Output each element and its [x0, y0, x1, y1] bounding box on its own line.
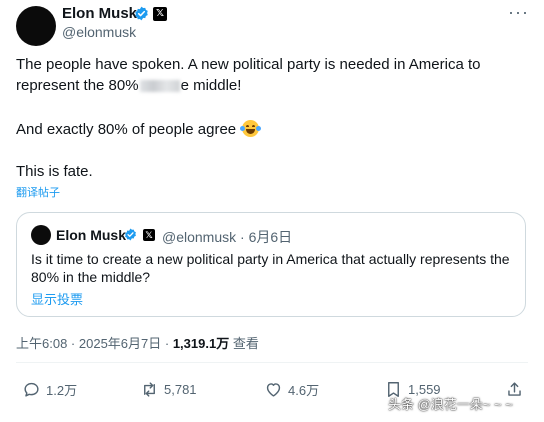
repost-icon	[144, 381, 155, 397]
like-count: 4.6万	[288, 382, 320, 398]
quoted-text-line: 80% in the middle?	[31, 269, 151, 285]
author-name[interactable]: Elon Musk	[62, 5, 137, 22]
reply-icon	[24, 382, 39, 397]
watermark: 头条 @浪花一朵~ ~ ~	[388, 397, 513, 412]
quoted-text-line: Is it time to create a new political par…	[31, 251, 510, 267]
post-time[interactable]: 上午6:08	[16, 336, 67, 351]
views-label: 查看	[229, 336, 259, 351]
reply-count: 1.2万	[46, 382, 78, 398]
show-poll-link[interactable]: 显示投票	[31, 289, 83, 308]
reply-button[interactable]: 1.2万	[22, 379, 77, 399]
verified-badge-icon	[125, 228, 136, 241]
meta-separator: ·	[161, 336, 173, 351]
quoted-author-avatar	[31, 225, 51, 245]
tweet-meta: 上午6:08 · 2025年6月7日 · 1,319.1万 查看	[16, 333, 259, 352]
tweet-text-line: represent the 80% e middle!	[16, 76, 241, 96]
tweet-text-fragment: And exactly 80% of people agree	[16, 121, 237, 138]
post-date[interactable]: 2025年6月7日	[79, 336, 161, 351]
tweet-text-line: The people have spoken. A new political …	[16, 56, 481, 73]
meta-separator: ·	[67, 336, 79, 351]
quoted-author-handle: @elonmusk	[162, 229, 237, 245]
quoted-date: 6月6日	[248, 229, 293, 245]
tweet-text-fragment: e middle!	[180, 77, 242, 94]
tweet-text-line: This is fate.	[16, 163, 93, 180]
like-button[interactable]: 4.6万	[264, 379, 319, 399]
repost-button[interactable]: 5,781	[140, 379, 197, 399]
translate-post-link[interactable]: 翻译帖子	[16, 184, 60, 200]
grinning-tears-emoji	[240, 120, 262, 137]
like-icon	[266, 382, 281, 397]
views-count: 1,319.1万	[172, 336, 230, 351]
divider	[16, 362, 528, 363]
x-logo-icon: 𝕏	[153, 7, 167, 21]
repost-count: 5,781	[164, 381, 197, 397]
meta-separator: ·	[240, 229, 245, 245]
tweet-text-line: And exactly 80% of people agree	[16, 120, 262, 140]
quoted-author-name: Elon Musk	[56, 227, 127, 243]
author-handle[interactable]: @elonmusk	[62, 24, 136, 40]
author-avatar[interactable]	[16, 6, 56, 46]
tweet-text-fragment: represent the 80%	[16, 77, 139, 94]
more-icon[interactable]: ···	[508, 2, 529, 23]
quoted-author-meta: @elonmusk · 6月6日	[162, 227, 292, 247]
verified-badge-icon	[135, 6, 148, 21]
x-logo-icon: 𝕏	[143, 229, 155, 241]
blurred-text	[139, 80, 180, 93]
